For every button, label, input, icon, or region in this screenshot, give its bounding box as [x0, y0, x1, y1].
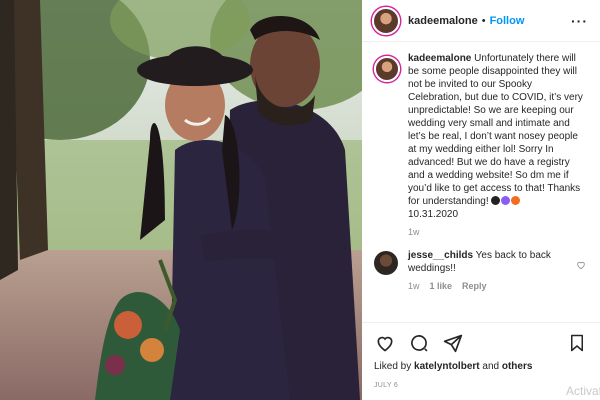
liked-by-text: Liked by katelyntolbert and others	[374, 361, 588, 372]
post-photo-illustration	[0, 0, 362, 400]
post-photo[interactable]	[0, 0, 362, 400]
post-header: kadeemalone • Follow ···	[362, 0, 600, 42]
list-item: jesse__childs Yes back to back weddings!…	[374, 249, 588, 275]
liked-by-and: and	[482, 361, 500, 372]
caption-text: Unfortunately there will be some people …	[408, 53, 583, 207]
comments-list[interactable]: kadeemalone Unfortunately there will be …	[362, 52, 600, 322]
liked-by-others[interactable]: others	[502, 361, 533, 372]
avatar[interactable]	[374, 251, 398, 275]
post-date[interactable]: JULY 6	[374, 382, 588, 389]
post-side-panel: kadeemalone • Follow ··· kadeemalone Unf…	[362, 0, 600, 400]
action-icon-row	[374, 331, 588, 355]
comment-meta: 1w 1 like Reply	[408, 281, 588, 291]
post-actions: Liked by katelyntolbert and others JULY …	[362, 322, 600, 400]
avatar[interactable]	[374, 56, 400, 82]
heart-icon[interactable]	[374, 332, 396, 354]
header-separator: •	[481, 14, 486, 27]
comment-time[interactable]: 1w	[408, 281, 420, 291]
comment-heart-icon[interactable]	[576, 257, 586, 275]
follow-button[interactable]: Follow	[490, 15, 525, 27]
comment-username[interactable]: jesse__childs	[408, 250, 473, 261]
watermark-text: Activat	[565, 384, 600, 398]
share-icon[interactable]	[442, 332, 464, 354]
avatar[interactable]	[372, 6, 400, 35]
caption-text-block: kadeemalone Unfortunately there will be …	[408, 52, 588, 221]
comment-likes[interactable]: 1 like	[430, 281, 453, 291]
caption-username[interactable]: kadeemalone	[408, 53, 471, 64]
bookmark-icon[interactable]	[566, 332, 588, 354]
caption: kadeemalone Unfortunately there will be …	[374, 52, 588, 221]
emoji-group	[491, 196, 521, 207]
header-username[interactable]: kadeemalone	[408, 15, 478, 27]
comment-text-block: jesse__childs Yes back to back weddings!…	[408, 249, 573, 275]
reply-button[interactable]: Reply	[462, 281, 487, 291]
caption-timestamp[interactable]: 1w	[408, 227, 588, 237]
black-heart-icon	[491, 196, 501, 205]
comment-icon[interactable]	[408, 332, 430, 354]
jack-o-lantern-icon	[511, 196, 521, 205]
caption-date-tag: 10.31.2020	[408, 209, 459, 220]
liked-by-prefix: Liked by	[374, 361, 412, 372]
purple-heart-icon	[501, 196, 511, 205]
liked-by-user[interactable]: katelyntolbert	[414, 361, 480, 372]
more-icon[interactable]: ···	[571, 13, 588, 29]
